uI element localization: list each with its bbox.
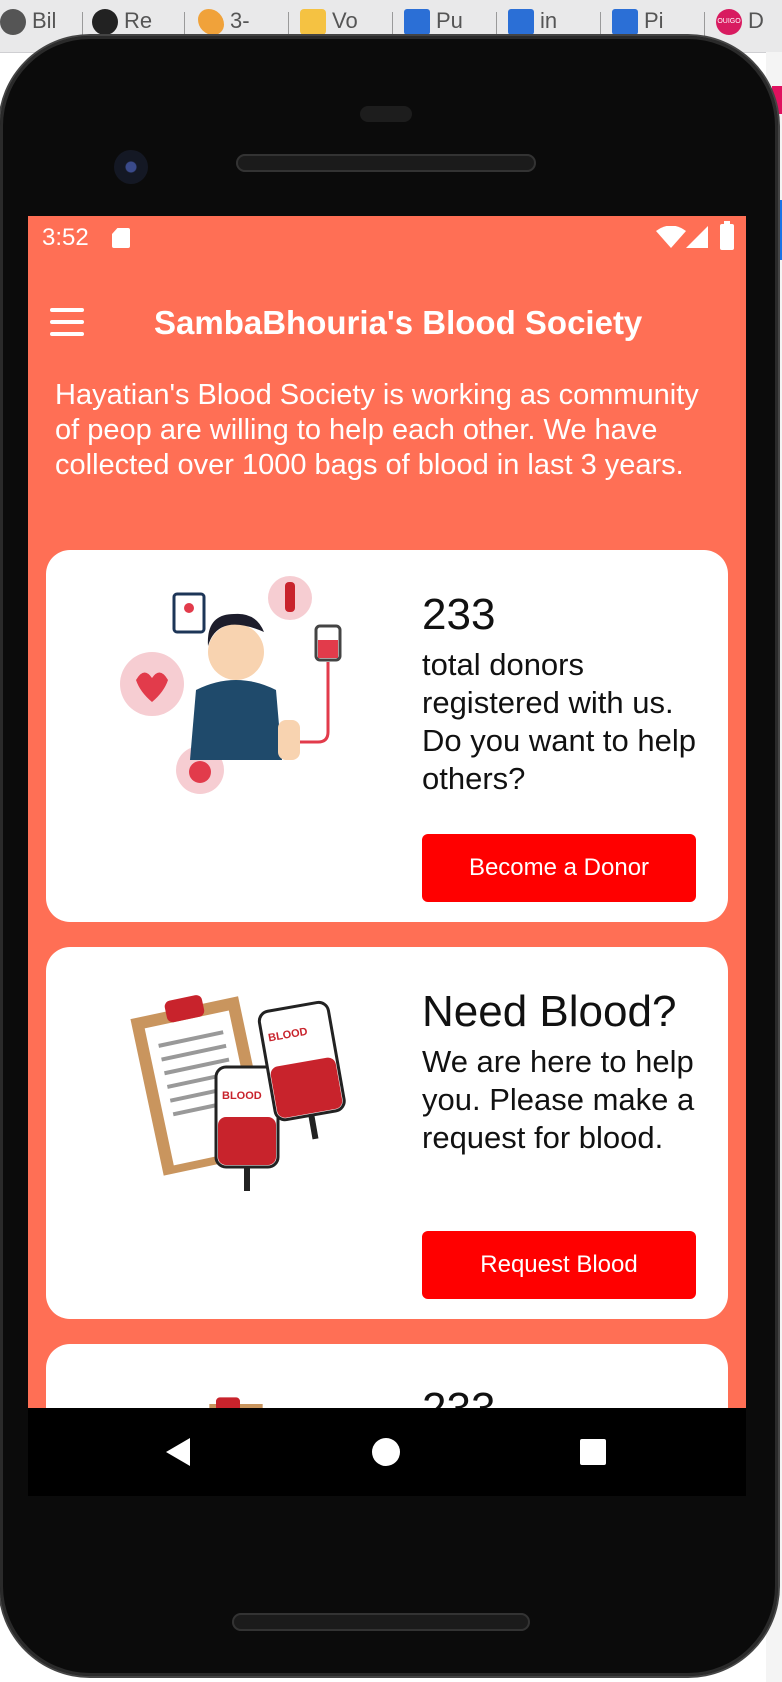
ouigo-icon: OUIGO [716, 9, 742, 36]
browser-tab[interactable]: Bil [0, 8, 70, 44]
status-bar: 3:52 [28, 216, 746, 260]
app-screen: 3:52 SambaBhouria's Blood Society Hayati… [28, 216, 746, 1408]
status-time: 3:52 [42, 224, 89, 251]
blood-bags-illustration: BLOOD BLOOD [130, 995, 346, 1191]
signal-icon [686, 226, 708, 248]
android-nav-bar [28, 1408, 746, 1496]
request-blood-button[interactable]: Request Blood [422, 1231, 696, 1299]
sd-card-icon [112, 228, 130, 248]
app-bar: SambaBhouria's Blood Society [28, 260, 746, 380]
recents-icon[interactable] [580, 1439, 606, 1465]
github-icon [92, 9, 118, 36]
file-icon [508, 9, 534, 36]
globe-icon [0, 9, 26, 36]
weather-icon [300, 9, 326, 36]
file-icon [612, 9, 638, 36]
earpiece-speaker [236, 154, 536, 172]
clipboard-illustration [209, 1397, 263, 1408]
become-donor-button[interactable]: Become a Donor [422, 834, 696, 902]
battery-icon [720, 221, 734, 250]
app-title: SambaBhouria's Blood Society [154, 304, 643, 341]
home-icon[interactable] [372, 1438, 400, 1466]
intro-text: Hayatian's Blood Society is working as c… [55, 379, 699, 481]
front-camera [114, 150, 148, 184]
sensor-slot [360, 106, 412, 122]
bird-icon [198, 9, 224, 36]
back-icon[interactable] [166, 1438, 190, 1466]
donor-card-text: total donors registered with us. Do you … [422, 647, 697, 796]
request-blood-card: BLOOD BLOOD Need Blood? We are here to h… [46, 947, 728, 1319]
donor-illustration [120, 576, 342, 794]
third-card-number: 233 [422, 1384, 495, 1408]
request-card-text: We are here to help you. Please make a r… [422, 1044, 695, 1155]
file-icon [404, 9, 430, 36]
need-blood-heading: Need Blood? [422, 987, 677, 1036]
browser-tab[interactable]: OUIGO D [716, 8, 782, 44]
third-card: 233 [46, 1344, 728, 1408]
blood-bag-label: BLOOD [222, 1090, 262, 1102]
donor-count: 233 [422, 590, 496, 639]
donor-card: 233 total donors registered with us. Do … [46, 550, 728, 922]
hamburger-menu-icon[interactable] [50, 308, 84, 336]
wifi-icon [656, 226, 686, 248]
bottom-speaker [232, 1613, 530, 1631]
